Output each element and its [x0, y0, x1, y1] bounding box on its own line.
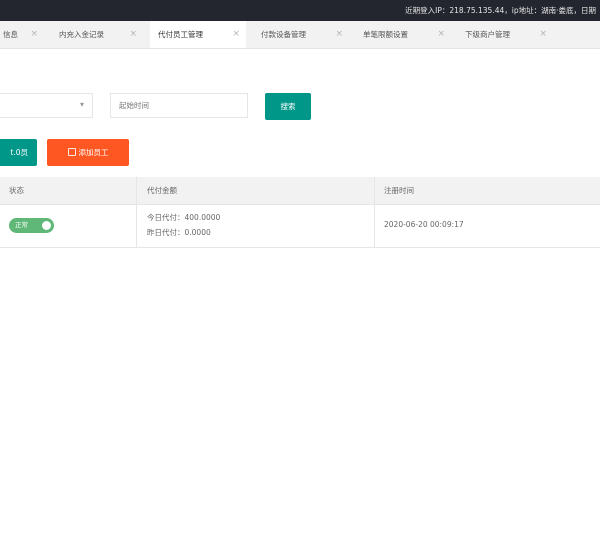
column-header-registered: 注册时间 — [384, 186, 414, 195]
search-button[interactable]: 搜索 — [265, 93, 311, 120]
tab-label: 代付员工管理 — [158, 30, 203, 39]
close-icon[interactable]: × — [335, 21, 343, 48]
status-toggle[interactable]: 正常 — [9, 218, 54, 233]
close-icon[interactable]: × — [129, 21, 137, 48]
tab-payout-staff[interactable]: 代付员工管理 × — [150, 21, 246, 48]
top-bar: 近期登入IP：218.75.135.44，ip地址：湖南·娄底，日期 — [0, 0, 600, 21]
tab-sub-merchants[interactable]: 下级商户管理 × — [457, 21, 553, 48]
tab-label: 付款设备管理 — [261, 30, 306, 39]
amount-today: 今日代付：400.0000 — [147, 213, 221, 222]
column-divider — [374, 177, 375, 247]
close-icon[interactable]: × — [30, 21, 38, 48]
status-select[interactable]: ▾ — [0, 93, 93, 118]
column-header-amount: 代付金额 — [147, 186, 177, 195]
tab-label: 信息 — [3, 30, 18, 39]
plus-icon — [67, 148, 76, 156]
tab-recharge-records[interactable]: 内充入金记录 × — [51, 21, 143, 48]
registered-time: 2020-06-20 00:09:17 — [384, 220, 464, 229]
status-toggle-label: 正常 — [15, 221, 28, 229]
close-icon[interactable]: × — [539, 21, 547, 48]
tab-bar: 信息 × 内充入金记录 × 代付员工管理 × 付款设备管理 × 单笔限额设置 ×… — [0, 21, 600, 49]
toggle-knob — [42, 221, 51, 230]
staff-button[interactable]: t.0员 — [0, 139, 37, 166]
column-divider — [136, 177, 137, 247]
close-icon[interactable]: × — [437, 21, 445, 48]
login-info-text: 近期登入IP：218.75.135.44，ip地址：湖南·娄底，日期 — [405, 6, 596, 15]
add-staff-button[interactable]: 添加员工 — [47, 139, 129, 166]
tab-info[interactable]: 信息 × — [0, 21, 44, 48]
chevron-down-icon: ▾ — [79, 100, 84, 109]
staff-table: 状态 代付金额 注册时间 — [0, 177, 600, 248]
table-header: 状态 代付金额 注册时间 — [0, 177, 600, 205]
tab-label: 下级商户管理 — [465, 30, 510, 39]
close-icon[interactable]: × — [232, 21, 240, 48]
tab-label: 单笔限额设置 — [363, 30, 408, 39]
add-staff-label: 添加员工 — [78, 148, 109, 157]
column-header-status: 状态 — [9, 186, 24, 195]
tab-single-limit[interactable]: 单笔限额设置 × — [355, 21, 451, 48]
start-date-input[interactable] — [110, 93, 248, 118]
tab-label: 内充入金记录 — [59, 30, 104, 39]
amount-yesterday: 昨日代付：0.0000 — [147, 228, 211, 237]
tab-payment-devices[interactable]: 付款设备管理 × — [253, 21, 349, 48]
